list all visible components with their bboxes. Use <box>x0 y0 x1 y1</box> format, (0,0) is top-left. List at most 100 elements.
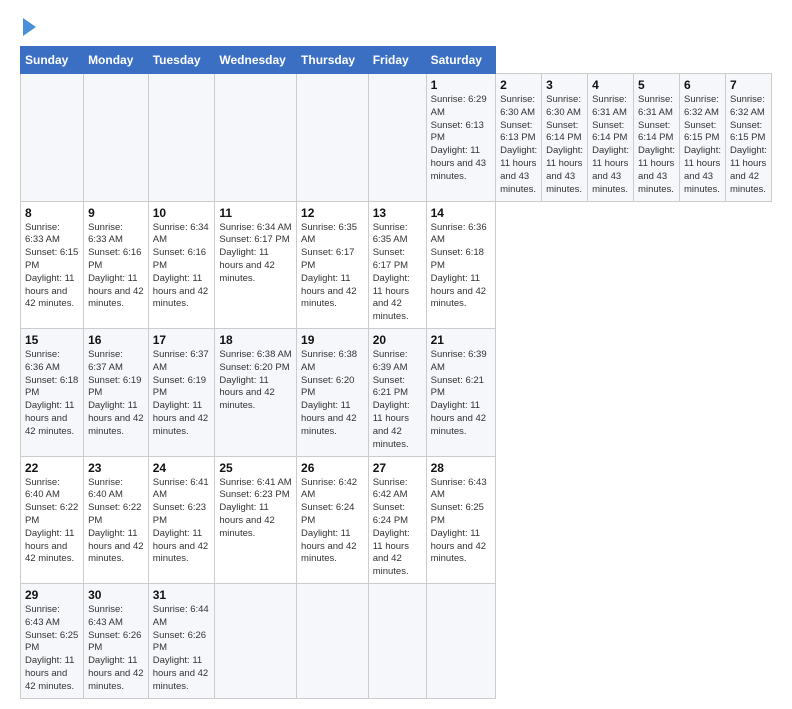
calendar-cell: 17Sunrise: 6:37 AMSunset: 6:19 PMDayligh… <box>148 329 215 457</box>
day-number: 11 <box>219 206 292 220</box>
day-info: Sunrise: 6:30 AMSunset: 6:14 PMDaylight:… <box>546 94 583 197</box>
calendar-cell: 15 Sunrise: 6:36 AMSunset: 6:18 PMDayligh… <box>21 329 84 457</box>
calendar-cell <box>426 584 496 699</box>
day-number: 14 <box>431 206 492 220</box>
calendar-week-row: 1Sunrise: 6:29 AMSunset: 6:13 PMDaylight… <box>21 74 772 202</box>
calendar-table: SundayMondayTuesdayWednesdayThursdayFrid… <box>20 46 772 699</box>
calendar-cell: 18 Sunrise: 6:38 AMSunset: 6:20 PMDayligh… <box>215 329 297 457</box>
calendar-header-friday: Friday <box>368 47 426 74</box>
logo-arrow-icon <box>23 18 36 36</box>
calendar-cell: 14 Sunrise: 6:36 AMSunset: 6:18 PMDayligh… <box>426 201 496 329</box>
day-number: 22 <box>25 461 79 475</box>
calendar-week-row: 22 Sunrise: 6:40 AMSunset: 6:22 PMDayligh… <box>21 456 772 584</box>
day-number: 13 <box>373 206 422 220</box>
day-info: Sunrise: 6:31 AMSunset: 6:14 PMDaylight:… <box>592 94 629 197</box>
calendar-cell <box>215 584 297 699</box>
calendar-cell: 23 Sunrise: 6:40 AMSunset: 6:22 PMDayligh… <box>84 456 149 584</box>
day-info: Sunrise: 6:38 AMSunset: 6:20 PMDaylight:… <box>301 349 364 439</box>
calendar-cell: 26Sunrise: 6:42 AMSunset: 6:24 PMDayligh… <box>297 456 369 584</box>
calendar-header-monday: Monday <box>84 47 149 74</box>
calendar-header-tuesday: Tuesday <box>148 47 215 74</box>
calendar-header-sunday: Sunday <box>21 47 84 74</box>
day-info: Sunrise: 6:38 AMSunset: 6:20 PMDaylight:… <box>219 349 292 413</box>
day-info: Sunrise: 6:40 AMSunset: 6:22 PMDaylight:… <box>25 477 79 567</box>
calendar-cell: 28 Sunrise: 6:43 AMSunset: 6:25 PMDayligh… <box>426 456 496 584</box>
calendar-header-wednesday: Wednesday <box>215 47 297 74</box>
day-number: 31 <box>153 588 211 602</box>
day-info: Sunrise: 6:34 AMSunset: 6:17 PMDaylight:… <box>219 222 292 286</box>
day-number: 17 <box>153 333 211 347</box>
day-number: 15 <box>25 333 79 347</box>
calendar-cell <box>84 74 149 202</box>
day-number: 4 <box>592 78 629 92</box>
day-number: 16 <box>88 333 144 347</box>
day-info: Sunrise: 6:30 AMSunset: 6:13 PMDaylight:… <box>500 94 537 197</box>
day-info: Sunrise: 6:36 AMSunset: 6:18 PMDaylight:… <box>25 349 79 439</box>
calendar-cell: 16 Sunrise: 6:37 AMSunset: 6:19 PMDayligh… <box>84 329 149 457</box>
calendar-cell: 30 Sunrise: 6:43 AMSunset: 6:26 PMDayligh… <box>84 584 149 699</box>
day-info: Sunrise: 6:40 AMSunset: 6:22 PMDaylight:… <box>88 477 144 567</box>
day-number: 24 <box>153 461 211 475</box>
day-number: 29 <box>25 588 79 602</box>
day-info: Sunrise: 6:34 AMSunset: 6:16 PMDaylight:… <box>153 222 211 312</box>
calendar-cell: 31 Sunrise: 6:44 AMSunset: 6:26 PMDayligh… <box>148 584 215 699</box>
calendar-cell <box>368 584 426 699</box>
calendar-header-saturday: Saturday <box>426 47 496 74</box>
day-number: 23 <box>88 461 144 475</box>
day-info: Sunrise: 6:44 AMSunset: 6:26 PMDaylight:… <box>153 604 211 694</box>
day-number: 2 <box>500 78 537 92</box>
calendar-cell: 5 Sunrise: 6:31 AMSunset: 6:14 PMDaylight… <box>634 74 680 202</box>
calendar-cell <box>148 74 215 202</box>
day-info: Sunrise: 6:31 AMSunset: 6:14 PMDaylight:… <box>638 94 675 197</box>
day-number: 7 <box>730 78 767 92</box>
day-number: 21 <box>431 333 492 347</box>
calendar-cell: 3 Sunrise: 6:30 AMSunset: 6:14 PMDaylight… <box>542 74 588 202</box>
calendar-cell: 20Sunrise: 6:39 AMSunset: 6:21 PMDayligh… <box>368 329 426 457</box>
calendar-header-thursday: Thursday <box>297 47 369 74</box>
calendar-cell <box>215 74 297 202</box>
calendar-cell: 24Sunrise: 6:41 AMSunset: 6:23 PMDayligh… <box>148 456 215 584</box>
day-number: 27 <box>373 461 422 475</box>
day-number: 5 <box>638 78 675 92</box>
calendar-cell: 6Sunrise: 6:32 AMSunset: 6:15 PMDaylight… <box>680 74 726 202</box>
calendar-week-row: 29 Sunrise: 6:43 AMSunset: 6:25 PMDayligh… <box>21 584 772 699</box>
calendar-cell: 4 Sunrise: 6:31 AMSunset: 6:14 PMDaylight… <box>588 74 634 202</box>
day-number: 6 <box>684 78 721 92</box>
day-info: Sunrise: 6:37 AMSunset: 6:19 PMDaylight:… <box>88 349 144 439</box>
day-info: Sunrise: 6:43 AMSunset: 6:25 PMDaylight:… <box>25 604 79 694</box>
day-number: 3 <box>546 78 583 92</box>
calendar-cell: 25 Sunrise: 6:41 AMSunset: 6:23 PMDayligh… <box>215 456 297 584</box>
day-number: 19 <box>301 333 364 347</box>
day-number: 28 <box>431 461 492 475</box>
calendar-cell: 29 Sunrise: 6:43 AMSunset: 6:25 PMDayligh… <box>21 584 84 699</box>
calendar-cell <box>21 74 84 202</box>
calendar-cell: 9Sunrise: 6:33 AMSunset: 6:16 PMDaylight… <box>84 201 149 329</box>
calendar-cell <box>368 74 426 202</box>
day-number: 8 <box>25 206 79 220</box>
day-number: 20 <box>373 333 422 347</box>
calendar-cell <box>297 584 369 699</box>
day-number: 10 <box>153 206 211 220</box>
calendar-header-row: SundayMondayTuesdayWednesdayThursdayFrid… <box>21 47 772 74</box>
page: SundayMondayTuesdayWednesdayThursdayFrid… <box>0 0 792 709</box>
day-info: Sunrise: 6:39 AMSunset: 6:21 PMDaylight:… <box>431 349 492 439</box>
day-number: 25 <box>219 461 292 475</box>
calendar-cell: 13 Sunrise: 6:35 AMSunset: 6:17 PMDayligh… <box>368 201 426 329</box>
day-info: Sunrise: 6:43 AMSunset: 6:25 PMDaylight:… <box>431 477 492 567</box>
day-number: 30 <box>88 588 144 602</box>
calendar-cell: 2 Sunrise: 6:30 AMSunset: 6:13 PMDaylight… <box>496 74 542 202</box>
calendar-cell: 8Sunrise: 6:33 AMSunset: 6:15 PMDaylight… <box>21 201 84 329</box>
calendar-cell: 1Sunrise: 6:29 AMSunset: 6:13 PMDaylight… <box>426 74 496 202</box>
calendar-cell: 11 Sunrise: 6:34 AMSunset: 6:17 PMDayligh… <box>215 201 297 329</box>
day-info: Sunrise: 6:33 AMSunset: 6:16 PMDaylight:… <box>88 222 144 312</box>
calendar-week-row: 8Sunrise: 6:33 AMSunset: 6:15 PMDaylight… <box>21 201 772 329</box>
calendar-cell: 10 Sunrise: 6:34 AMSunset: 6:16 PMDayligh… <box>148 201 215 329</box>
day-info: Sunrise: 6:42 AMSunset: 6:24 PMDaylight:… <box>301 477 364 567</box>
day-info: Sunrise: 6:36 AMSunset: 6:18 PMDaylight:… <box>431 222 492 312</box>
day-info: Sunrise: 6:43 AMSunset: 6:26 PMDaylight:… <box>88 604 144 694</box>
header <box>20 18 772 36</box>
day-info: Sunrise: 6:35 AMSunset: 6:17 PMDaylight:… <box>373 222 422 325</box>
calendar-cell: 7Sunrise: 6:32 AMSunset: 6:15 PMDaylight… <box>725 74 771 202</box>
day-number: 18 <box>219 333 292 347</box>
day-info: Sunrise: 6:41 AMSunset: 6:23 PMDaylight:… <box>219 477 292 541</box>
